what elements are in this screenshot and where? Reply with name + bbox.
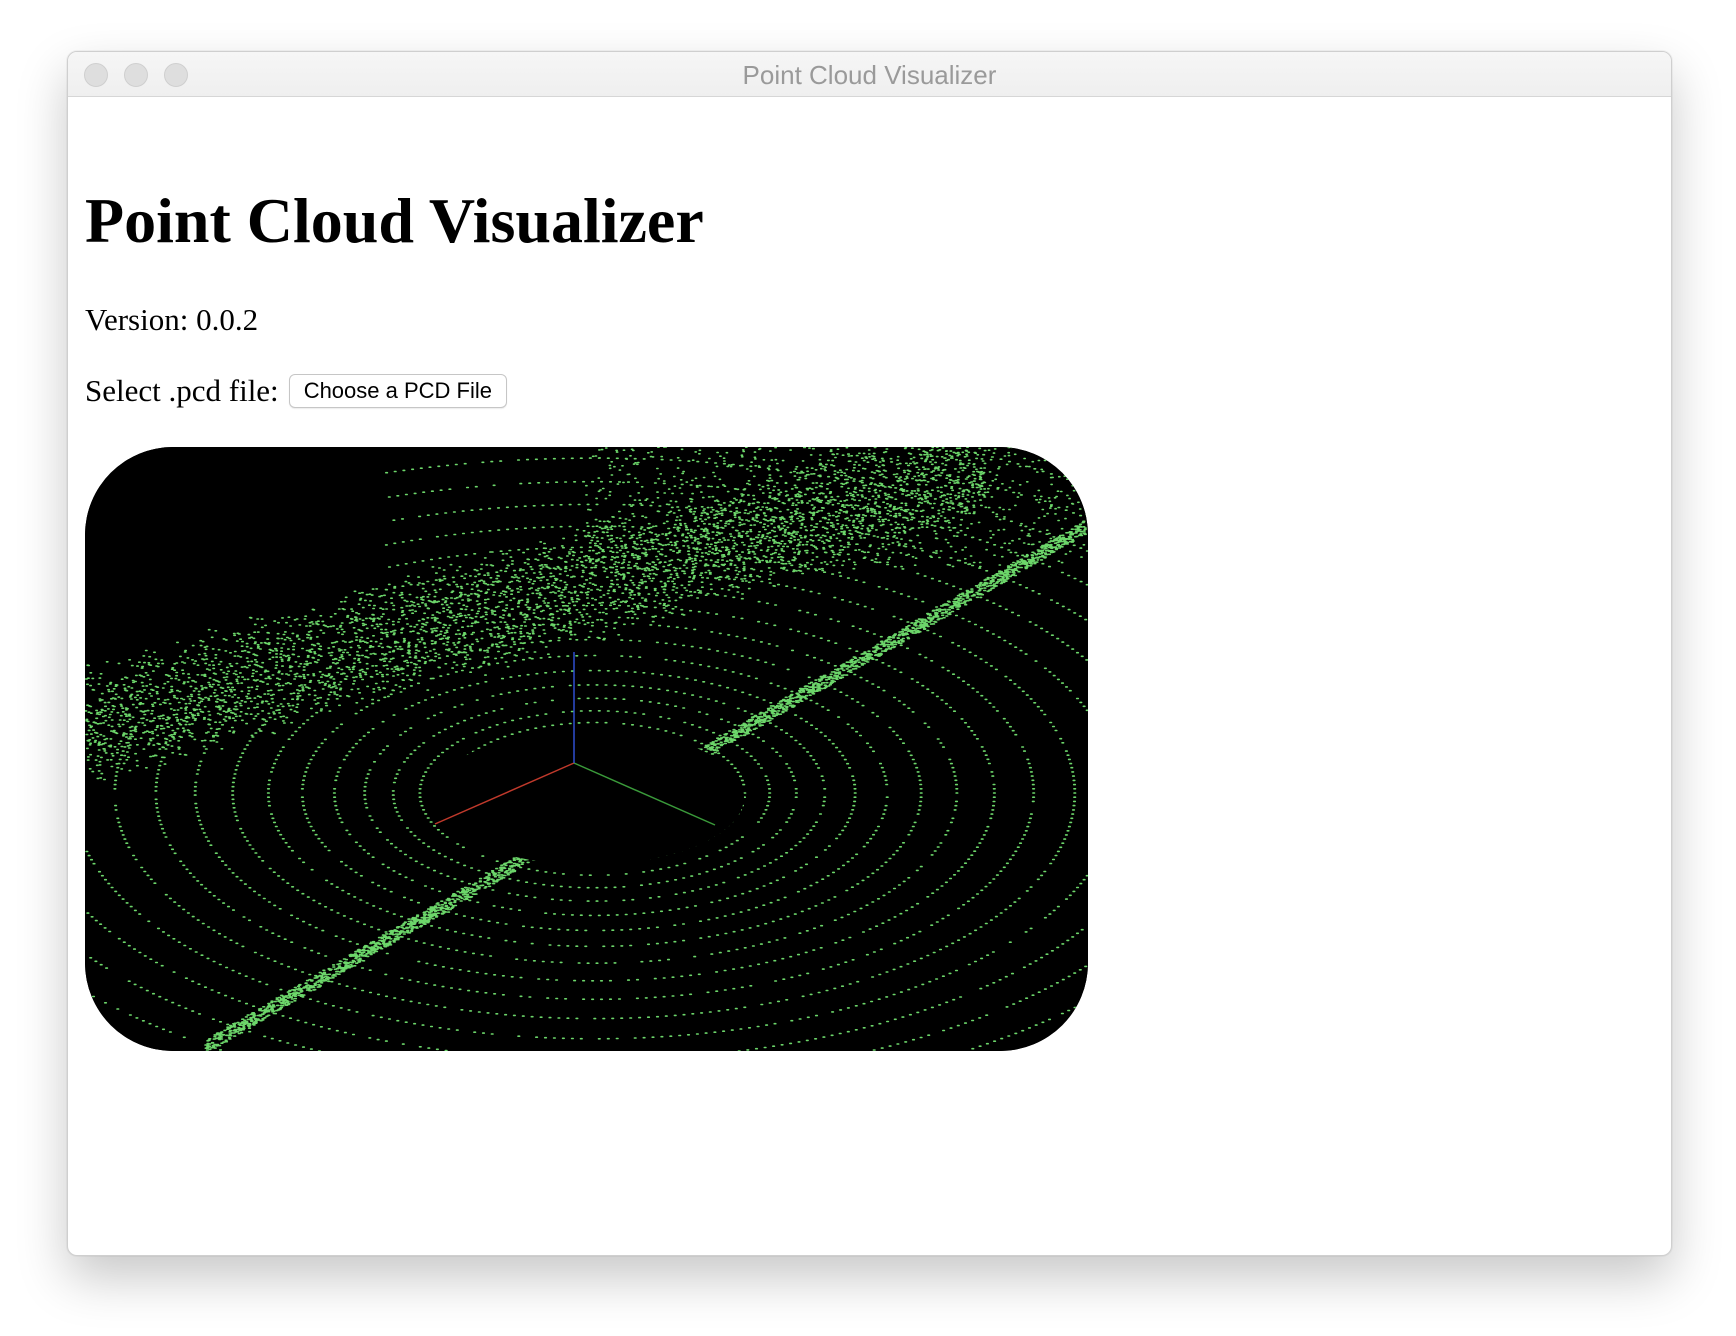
choose-pcd-file-button[interactable]: Choose a PCD File bbox=[288, 374, 507, 408]
sensor-blind-zone bbox=[434, 729, 744, 865]
page-content: Point Cloud Visualizer Version: 0.0.2 Se… bbox=[68, 97, 1671, 1255]
window-title: Point Cloud Visualizer bbox=[742, 60, 997, 90]
point-cloud-canvas[interactable] bbox=[85, 447, 1088, 1051]
version-text: Version: 0.0.2 bbox=[85, 302, 259, 337]
app-window: Point Cloud Visualizer Point Cloud Visua… bbox=[67, 51, 1672, 1256]
title-bar[interactable]: Point Cloud Visualizer bbox=[68, 52, 1671, 97]
file-select-label: Select .pcd file: bbox=[85, 373, 279, 408]
point-cloud-viewer[interactable] bbox=[85, 447, 1088, 1051]
file-select-row: Select .pcd file: Choose a PCD File bbox=[85, 373, 507, 409]
page-title: Point Cloud Visualizer bbox=[85, 185, 704, 256]
